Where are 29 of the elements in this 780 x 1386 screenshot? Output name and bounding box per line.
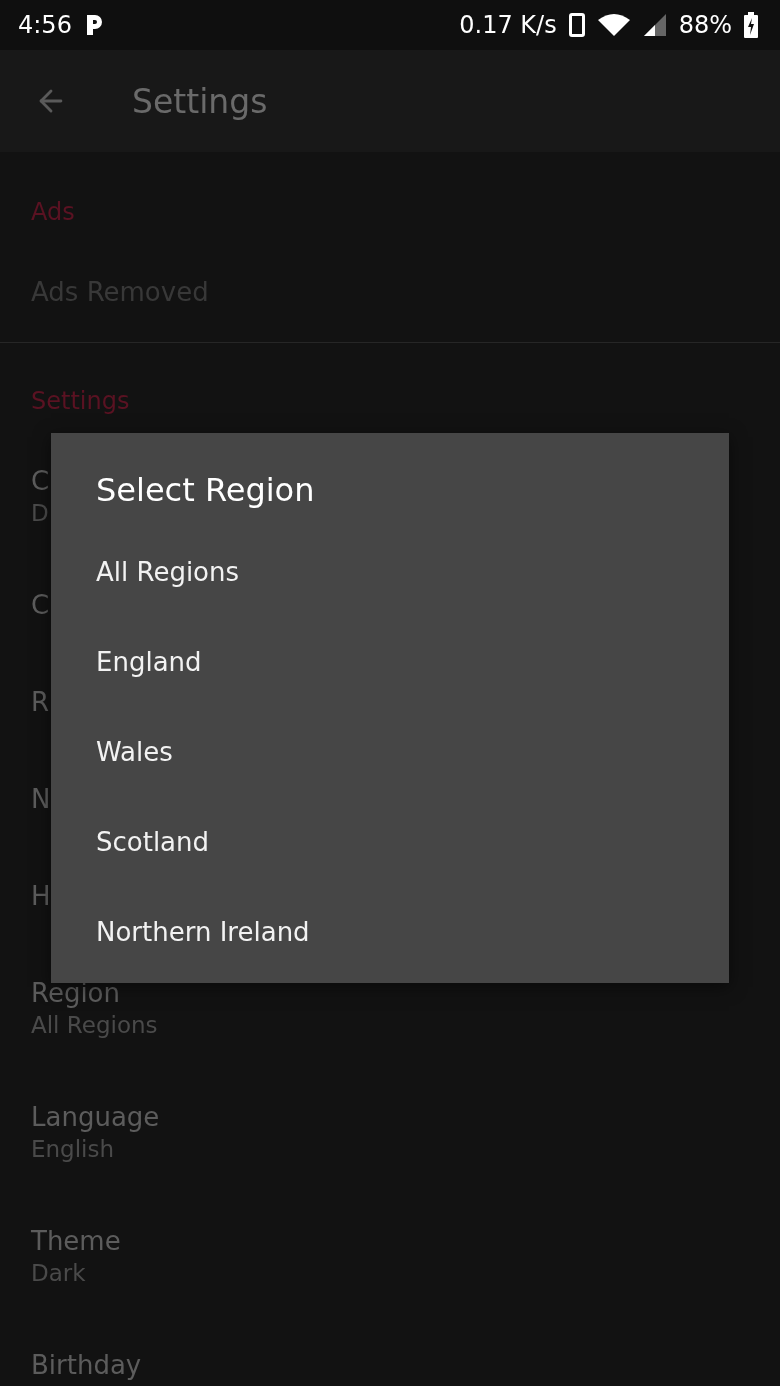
signal-icon	[642, 13, 667, 37]
region-option[interactable]: All Regions	[51, 527, 729, 617]
setting-value: English	[31, 1135, 115, 1164]
clock-time: 4:56	[18, 11, 72, 39]
setting-title[interactable]: Language	[31, 1102, 160, 1132]
wifi-icon	[596, 13, 631, 37]
region-option[interactable]: Wales	[51, 707, 729, 797]
phone-icon	[568, 13, 585, 37]
section-header: Settings	[31, 386, 130, 416]
setting-title[interactable]: C	[31, 590, 50, 620]
screen-title: Settings	[132, 81, 268, 121]
region-option[interactable]: Scotland	[51, 797, 729, 887]
setting-title[interactable]: Birthday	[31, 1350, 142, 1380]
setting-value: All Regions	[31, 1011, 158, 1040]
setting-title[interactable]: R	[31, 687, 50, 717]
network-speed: 0.17 K/s	[459, 11, 557, 39]
setting-title[interactable]: Theme	[31, 1226, 121, 1256]
section-header: Ads	[31, 197, 75, 227]
battery-icon	[744, 12, 758, 38]
setting-title[interactable]: C	[31, 466, 50, 496]
dialog-title: Select Region	[95, 470, 315, 511]
setting-title[interactable]: Region	[31, 978, 120, 1008]
region-option[interactable]: England	[51, 617, 729, 707]
setting-title[interactable]: N	[31, 784, 51, 814]
region-option[interactable]: Northern Ireland	[51, 887, 729, 977]
setting-title[interactable]: H	[31, 881, 51, 911]
setting-value: D	[31, 499, 49, 528]
battery-percent: 88%	[678, 11, 732, 39]
setting-value: Dark	[31, 1259, 86, 1288]
